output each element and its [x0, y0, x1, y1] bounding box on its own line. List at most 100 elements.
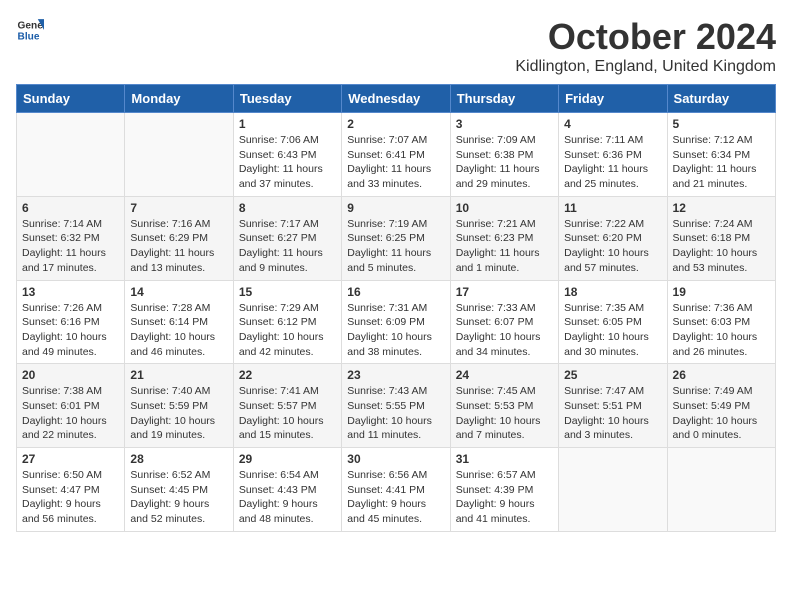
- day-number: 18: [564, 285, 661, 299]
- calendar-cell: 5 Sunrise: 7:12 AM Sunset: 6:34 PM Daylig…: [667, 113, 775, 197]
- day-number: 11: [564, 201, 661, 215]
- day-info: Sunrise: 7:28 AM Sunset: 6:14 PM Dayligh…: [130, 301, 227, 360]
- calendar-cell: 8 Sunrise: 7:17 AM Sunset: 6:27 PM Daylig…: [233, 196, 341, 280]
- calendar-cell: 28 Sunrise: 6:52 AM Sunset: 4:45 PM Dayli…: [125, 448, 233, 532]
- calendar-cell: 20Sunrise: 7:38 AM Sunset: 6:01 PM Dayli…: [17, 364, 125, 448]
- weekday-header-tuesday: Tuesday: [233, 85, 341, 113]
- day-number: 29: [239, 452, 336, 466]
- calendar-cell: [559, 448, 667, 532]
- day-number: 1: [239, 117, 336, 131]
- day-info: Sunrise: 6:54 AM Sunset: 4:43 PM Dayligh…: [239, 468, 336, 527]
- calendar-cell: 17 Sunrise: 7:33 AM Sunset: 6:07 PM Dayli…: [450, 280, 558, 364]
- calendar-cell: 27 Sunrise: 6:50 AM Sunset: 4:47 PM Dayli…: [17, 448, 125, 532]
- day-number: 8: [239, 201, 336, 215]
- calendar-cell: 12Sunrise: 7:24 AM Sunset: 6:18 PM Dayli…: [667, 196, 775, 280]
- day-number: 14: [130, 285, 227, 299]
- day-number: 15: [239, 285, 336, 299]
- calendar-cell: 16Sunrise: 7:31 AM Sunset: 6:09 PM Dayli…: [342, 280, 450, 364]
- day-number: 17: [456, 285, 553, 299]
- day-info: Sunrise: 7:45 AM Sunset: 5:53 PM Dayligh…: [456, 384, 553, 443]
- day-info: Sunrise: 7:22 AM Sunset: 6:20 PM Dayligh…: [564, 217, 661, 276]
- day-info: Sunrise: 7:24 AM Sunset: 6:18 PM Dayligh…: [673, 217, 770, 276]
- day-number: 10: [456, 201, 553, 215]
- day-number: 9: [347, 201, 444, 215]
- day-number: 22: [239, 368, 336, 382]
- calendar-cell: 29 Sunrise: 6:54 AM Sunset: 4:43 PM Dayli…: [233, 448, 341, 532]
- day-number: 24: [456, 368, 553, 382]
- week-row-2: 6 Sunrise: 7:14 AM Sunset: 6:32 PM Daylig…: [17, 196, 776, 280]
- day-number: 2: [347, 117, 444, 131]
- week-row-5: 27 Sunrise: 6:50 AM Sunset: 4:47 PM Dayli…: [17, 448, 776, 532]
- day-info: Sunrise: 7:35 AM Sunset: 6:05 PM Dayligh…: [564, 301, 661, 360]
- day-info: Sunrise: 6:52 AM Sunset: 4:45 PM Dayligh…: [130, 468, 227, 527]
- day-number: 28: [130, 452, 227, 466]
- day-info: Sunrise: 7:49 AM Sunset: 5:49 PM Dayligh…: [673, 384, 770, 443]
- day-info: Sunrise: 7:09 AM Sunset: 6:38 PM Dayligh…: [456, 133, 553, 192]
- calendar-cell: 26Sunrise: 7:49 AM Sunset: 5:49 PM Dayli…: [667, 364, 775, 448]
- calendar-cell: 2 Sunrise: 7:07 AM Sunset: 6:41 PM Daylig…: [342, 113, 450, 197]
- day-info: Sunrise: 6:50 AM Sunset: 4:47 PM Dayligh…: [22, 468, 119, 527]
- day-info: Sunrise: 7:41 AM Sunset: 5:57 PM Dayligh…: [239, 384, 336, 443]
- calendar-cell: 13 Sunrise: 7:26 AM Sunset: 6:16 PM Dayli…: [17, 280, 125, 364]
- calendar-cell: [667, 448, 775, 532]
- day-info: Sunrise: 7:06 AM Sunset: 6:43 PM Dayligh…: [239, 133, 336, 192]
- calendar-cell: 23Sunrise: 7:43 AM Sunset: 5:55 PM Dayli…: [342, 364, 450, 448]
- week-row-1: 1 Sunrise: 7:06 AM Sunset: 6:43 PM Daylig…: [17, 113, 776, 197]
- day-number: 16: [347, 285, 444, 299]
- weekday-header-wednesday: Wednesday: [342, 85, 450, 113]
- calendar-cell: 30 Sunrise: 6:56 AM Sunset: 4:41 PM Dayli…: [342, 448, 450, 532]
- day-info: Sunrise: 7:07 AM Sunset: 6:41 PM Dayligh…: [347, 133, 444, 192]
- location-title: Kidlington, England, United Kingdom: [515, 58, 776, 76]
- calendar-cell: 9 Sunrise: 7:19 AM Sunset: 6:25 PM Daylig…: [342, 196, 450, 280]
- day-number: 5: [673, 117, 770, 131]
- day-info: Sunrise: 7:12 AM Sunset: 6:34 PM Dayligh…: [673, 133, 770, 192]
- calendar-cell: 24 Sunrise: 7:45 AM Sunset: 5:53 PM Dayli…: [450, 364, 558, 448]
- day-number: 23: [347, 368, 444, 382]
- calendar-cell: 10 Sunrise: 7:21 AM Sunset: 6:23 PM Dayli…: [450, 196, 558, 280]
- day-info: Sunrise: 7:21 AM Sunset: 6:23 PM Dayligh…: [456, 217, 553, 276]
- month-title: October 2024: [515, 16, 776, 58]
- calendar-cell: 6 Sunrise: 7:14 AM Sunset: 6:32 PM Daylig…: [17, 196, 125, 280]
- day-info: Sunrise: 7:16 AM Sunset: 6:29 PM Dayligh…: [130, 217, 227, 276]
- weekday-header-thursday: Thursday: [450, 85, 558, 113]
- day-info: Sunrise: 7:33 AM Sunset: 6:07 PM Dayligh…: [456, 301, 553, 360]
- day-number: 27: [22, 452, 119, 466]
- title-area: October 2024 Kidlington, England, United…: [515, 16, 776, 76]
- calendar-cell: [17, 113, 125, 197]
- day-info: Sunrise: 7:26 AM Sunset: 6:16 PM Dayligh…: [22, 301, 119, 360]
- calendar-cell: 22 Sunrise: 7:41 AM Sunset: 5:57 PM Dayli…: [233, 364, 341, 448]
- logo-icon: General Blue: [16, 16, 44, 44]
- day-number: 4: [564, 117, 661, 131]
- calendar-cell: 7 Sunrise: 7:16 AM Sunset: 6:29 PM Daylig…: [125, 196, 233, 280]
- calendar-cell: 14 Sunrise: 7:28 AM Sunset: 6:14 PM Dayli…: [125, 280, 233, 364]
- calendar-table: SundayMondayTuesdayWednesdayThursdayFrid…: [16, 84, 776, 532]
- weekday-header-monday: Monday: [125, 85, 233, 113]
- day-number: 6: [22, 201, 119, 215]
- calendar-cell: 18 Sunrise: 7:35 AM Sunset: 6:05 PM Dayli…: [559, 280, 667, 364]
- day-number: 19: [673, 285, 770, 299]
- calendar-cell: 1 Sunrise: 7:06 AM Sunset: 6:43 PM Daylig…: [233, 113, 341, 197]
- weekday-header-friday: Friday: [559, 85, 667, 113]
- calendar-cell: [125, 113, 233, 197]
- day-info: Sunrise: 7:14 AM Sunset: 6:32 PM Dayligh…: [22, 217, 119, 276]
- day-number: 30: [347, 452, 444, 466]
- calendar-cell: 11 Sunrise: 7:22 AM Sunset: 6:20 PM Dayli…: [559, 196, 667, 280]
- svg-text:Blue: Blue: [18, 31, 40, 42]
- week-row-3: 13 Sunrise: 7:26 AM Sunset: 6:16 PM Dayli…: [17, 280, 776, 364]
- day-number: 13: [22, 285, 119, 299]
- calendar-cell: 19 Sunrise: 7:36 AM Sunset: 6:03 PM Dayli…: [667, 280, 775, 364]
- day-number: 7: [130, 201, 227, 215]
- day-info: Sunrise: 7:19 AM Sunset: 6:25 PM Dayligh…: [347, 217, 444, 276]
- day-info: Sunrise: 7:17 AM Sunset: 6:27 PM Dayligh…: [239, 217, 336, 276]
- day-info: Sunrise: 6:57 AM Sunset: 4:39 PM Dayligh…: [456, 468, 553, 527]
- day-info: Sunrise: 7:36 AM Sunset: 6:03 PM Dayligh…: [673, 301, 770, 360]
- calendar-cell: 15Sunrise: 7:29 AM Sunset: 6:12 PM Dayli…: [233, 280, 341, 364]
- day-info: Sunrise: 7:38 AM Sunset: 6:01 PM Dayligh…: [22, 384, 119, 443]
- calendar-cell: 31Sunrise: 6:57 AM Sunset: 4:39 PM Dayli…: [450, 448, 558, 532]
- calendar-cell: 21 Sunrise: 7:40 AM Sunset: 5:59 PM Dayli…: [125, 364, 233, 448]
- day-info: Sunrise: 6:56 AM Sunset: 4:41 PM Dayligh…: [347, 468, 444, 527]
- day-number: 21: [130, 368, 227, 382]
- weekday-header-row: SundayMondayTuesdayWednesdayThursdayFrid…: [17, 85, 776, 113]
- day-info: Sunrise: 7:40 AM Sunset: 5:59 PM Dayligh…: [130, 384, 227, 443]
- calendar-cell: 25Sunrise: 7:47 AM Sunset: 5:51 PM Dayli…: [559, 364, 667, 448]
